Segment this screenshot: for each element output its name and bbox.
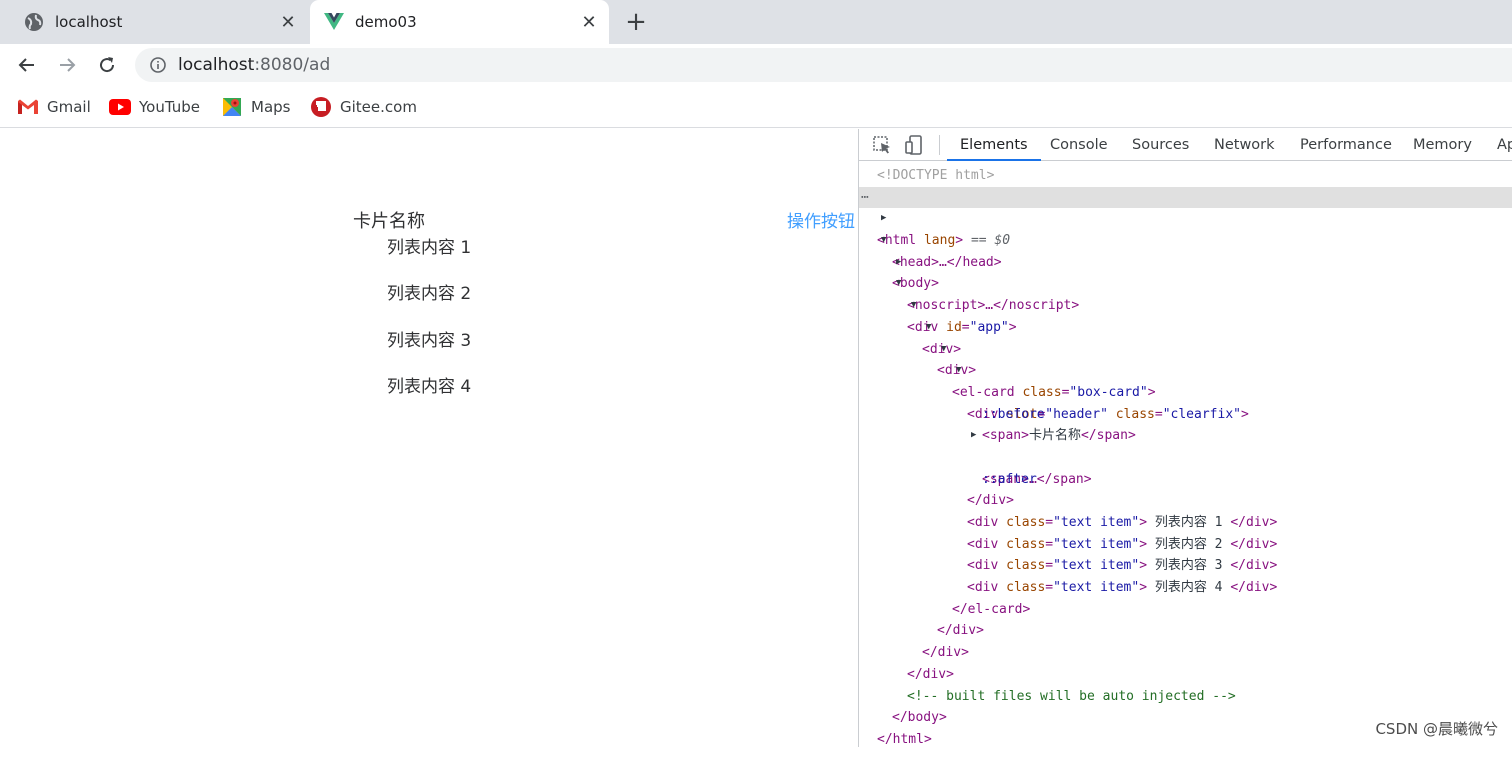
bookmark-gitee[interactable]: Gitee.com	[310, 96, 417, 118]
dom-node-span-collapsed[interactable]: ▶ <span>…</span>	[859, 425, 1512, 486]
page-viewport: 卡片名称 操作按钮 列表内容 1 列表内容 2 列表内容 3 列表内容 4	[0, 129, 858, 747]
url-rest: :8080/ad	[254, 55, 331, 75]
collapse-triangle-icon[interactable]: ▼	[911, 295, 916, 317]
dom-node-div[interactable]: ▼ <div>	[859, 295, 1512, 356]
dom-node-text-item[interactable]: <div class="text item"> 列表内容 3 </div>	[859, 534, 1512, 573]
new-tab-button[interactable]: +	[624, 9, 648, 35]
dom-node-el-card[interactable]: ▼ <el-card class="box-card">	[859, 339, 1512, 400]
dom-node-body-close[interactable]: </body>	[859, 686, 1512, 725]
tab-strip: localhost ✕ demo03 ✕ +	[0, 0, 1512, 44]
dom-node-body[interactable]: ▼ <body>	[859, 230, 1512, 291]
gitee-icon	[310, 97, 332, 117]
bookmark-youtube[interactable]: YouTube	[109, 96, 200, 118]
dom-node-after[interactable]: ::after	[859, 447, 1512, 487]
dom-node-comment[interactable]: <!-- built files will be auto injected -…	[859, 664, 1512, 704]
dom-node-text-item[interactable]: <div class="text item"> 列表内容 1 </div>	[859, 490, 1512, 530]
close-icon[interactable]: ✕	[579, 12, 599, 33]
doctype-text: <!DOCTYPE html>	[877, 168, 995, 183]
dom-node-before[interactable]: ::before	[859, 382, 1512, 422]
action-button[interactable]: 操作按钮	[787, 207, 855, 232]
dom-node-div[interactable]: ▼ <div>	[859, 317, 1512, 378]
dom-node-span[interactable]: <span>卡片名称</span>	[859, 404, 1512, 443]
address-bar[interactable]: localhost:8080/ad	[135, 48, 1512, 82]
bookmark-label: Maps	[251, 98, 291, 116]
forward-icon[interactable]	[54, 52, 80, 78]
url-text: localhost:8080/ad	[178, 55, 330, 75]
devtools-tab-bar: Elements Console Sources Network Perform…	[859, 129, 1512, 161]
bookmark-maps[interactable]: Maps	[221, 96, 290, 118]
expand-triangle-icon[interactable]: ▶	[896, 252, 901, 274]
tab-memory[interactable]: Memory	[1413, 129, 1472, 161]
inspect-element-icon[interactable]	[871, 135, 893, 155]
dom-node-header-div[interactable]: ▼ <div slot="header" class="clearfix">	[859, 360, 1512, 421]
more-options-icon[interactable]: ⋯	[861, 187, 869, 209]
expand-triangle-icon[interactable]: ▶	[881, 208, 886, 230]
dom-node-div-close[interactable]: </div>	[859, 599, 1512, 638]
html-close-tag: </html>	[877, 731, 932, 747]
list-item: 列表内容 2	[387, 284, 472, 304]
collapse-triangle-icon[interactable]: ▼	[881, 230, 886, 252]
tab-sources[interactable]: Sources	[1132, 129, 1189, 161]
dom-node-html[interactable]: ⋯ <html lang> == $0	[859, 186, 1512, 248]
list-item: 列表内容 3	[387, 331, 472, 351]
tab-performance[interactable]: Performance	[1300, 129, 1392, 161]
bookmark-gmail[interactable]: Gmail	[17, 96, 91, 118]
tab-application[interactable]: Ap	[1497, 129, 1512, 161]
card-title: 卡片名称	[353, 211, 425, 232]
bookmark-label: Gitee.com	[340, 98, 417, 116]
expand-triangle-icon[interactable]: ▶	[971, 425, 976, 447]
tab-title: demo03	[355, 13, 417, 31]
bookmark-label: YouTube	[139, 98, 200, 116]
browser-toolbar: localhost:8080/ad	[0, 44, 1512, 86]
url-host: localhost	[178, 55, 255, 75]
reload-icon[interactable]	[94, 52, 120, 78]
devtools-panel: Elements Console Sources Network Perform…	[858, 129, 1512, 747]
collapse-triangle-icon[interactable]: ▼	[926, 317, 931, 339]
info-icon[interactable]	[149, 56, 167, 74]
youtube-icon	[109, 97, 131, 117]
watermark-text: CSDN @晨曦微兮	[1375, 720, 1498, 738]
list-item: 列表内容 1	[387, 238, 472, 258]
tab-demo03[interactable]: demo03 ✕	[310, 0, 609, 44]
dom-node-text-item[interactable]: <div class="text item"> 列表内容 4 </div>	[859, 555, 1512, 595]
tab-network[interactable]: Network	[1214, 129, 1275, 161]
collapse-triangle-icon[interactable]: ▼	[896, 273, 901, 295]
collapse-triangle-icon[interactable]: ▼	[956, 360, 961, 382]
collapse-triangle-icon[interactable]: ▼	[941, 339, 946, 361]
vue-logo-icon	[324, 12, 344, 32]
toolbar-divider	[939, 135, 940, 155]
back-icon[interactable]	[14, 52, 40, 78]
gmail-icon	[17, 97, 39, 117]
dom-node-el-card-close[interactable]: </el-card>	[859, 577, 1512, 617]
dom-node-div-close[interactable]: </div>	[859, 620, 1512, 660]
dom-node-text-item[interactable]: <div class="text item"> 列表内容 2 </div>	[859, 512, 1512, 552]
dom-node-div-close[interactable]: </div>	[859, 469, 1512, 508]
bookmarks-bar: Gmail YouTube Maps Gitee.com	[0, 86, 1512, 128]
maps-icon	[221, 97, 243, 117]
close-icon[interactable]: ✕	[278, 12, 298, 33]
dom-node-noscript[interactable]: ▶ <noscript>…</noscript>	[859, 252, 1512, 313]
tab-title: localhost	[55, 13, 123, 31]
list-item: 列表内容 4	[387, 377, 472, 397]
bookmark-label: Gmail	[47, 98, 91, 116]
dom-node-div-app[interactable]: ▼ <div id="app">	[859, 273, 1512, 334]
dom-node-div-close[interactable]: </div>	[859, 642, 1512, 682]
tab-console[interactable]: Console	[1050, 129, 1108, 161]
globe-icon	[24, 12, 44, 32]
dom-tree: <!DOCTYPE html> ⋯ <html lang> == $0 ▶ <h…	[859, 165, 1512, 747]
device-toolbar-icon[interactable]	[903, 135, 925, 155]
tab-elements[interactable]: Elements	[947, 129, 1041, 161]
dom-node-head[interactable]: ▶ <head>…</head>	[859, 208, 1512, 269]
dom-node-doctype[interactable]: <!DOCTYPE html>	[859, 165, 1512, 187]
tab-localhost[interactable]: localhost ✕	[10, 0, 308, 44]
